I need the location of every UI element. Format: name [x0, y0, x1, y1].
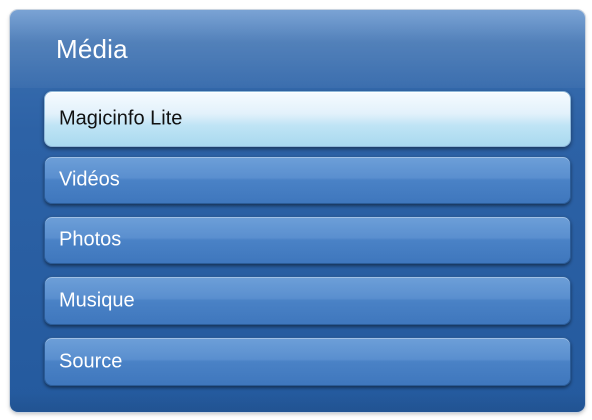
- menu-item-magicinfo-lite[interactable]: Magicinfo Lite: [44, 91, 571, 147]
- menu-item-label: Source: [59, 350, 123, 372]
- menu-item-source[interactable]: Source: [44, 337, 571, 386]
- menu-item-label: Photos: [59, 228, 122, 251]
- menu-item-videos[interactable]: Vidéos: [44, 156, 571, 204]
- media-menu: Magicinfo Lite Vidéos Photos Musique Sou…: [44, 91, 571, 398]
- panel-bottom-shade: [10, 392, 585, 412]
- menu-item-label: Musique: [59, 289, 135, 311]
- menu-item-musique[interactable]: Musique: [44, 276, 571, 325]
- menu-item-photos[interactable]: Photos: [44, 216, 571, 264]
- panel-title: Média: [56, 34, 128, 64]
- menu-item-label: Vidéos: [59, 168, 120, 191]
- media-panel: Média Magicinfo Lite Vidéos Photos Musiq…: [10, 10, 585, 412]
- menu-item-label: Magicinfo Lite: [59, 107, 183, 130]
